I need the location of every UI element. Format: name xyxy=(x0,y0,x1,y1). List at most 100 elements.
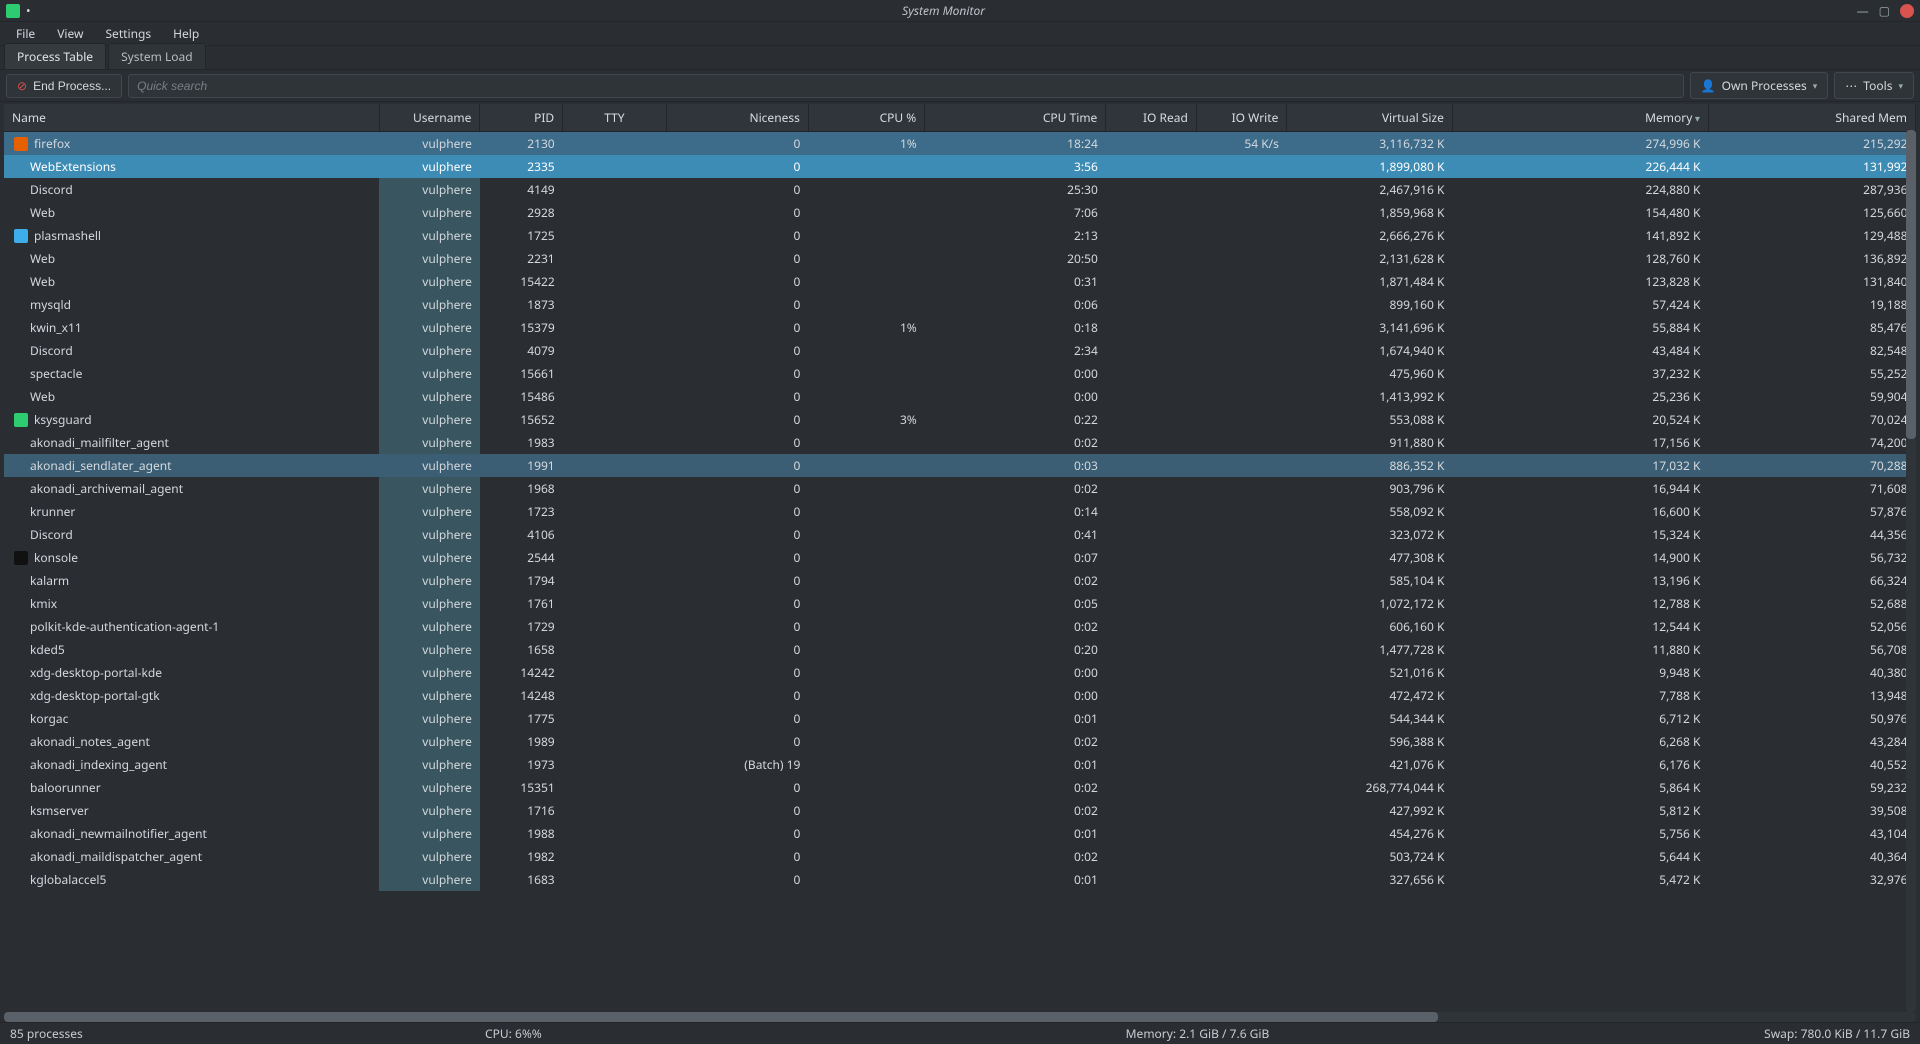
cell-iowrite xyxy=(1196,500,1287,523)
table-row[interactable]: polkit-kde-authentication-agent-1vulpher… xyxy=(4,615,1916,638)
table-row[interactable]: akonadi_sendlater_agentvulphere199100:03… xyxy=(4,454,1916,477)
cell-ioread xyxy=(1106,224,1197,247)
cell-cpu xyxy=(808,178,924,201)
search-input[interactable] xyxy=(128,74,1684,98)
cell-shmem: 59,232 xyxy=(1708,776,1915,799)
scrollbar-thumb[interactable] xyxy=(4,1012,1438,1022)
process-name: akonadi_sendlater_agent xyxy=(30,457,172,474)
table-row[interactable]: konsolevulphere254400:07477,308 K14,900 … xyxy=(4,546,1916,569)
table-row[interactable]: akonadi_notes_agentvulphere198900:02596,… xyxy=(4,730,1916,753)
filter-dropdown[interactable]: 👤 Own Processes ▾ xyxy=(1690,72,1829,99)
column-header-vsize[interactable]: Virtual Size xyxy=(1287,104,1453,132)
table-row[interactable]: Discordvulphere410600:41323,072 K15,324 … xyxy=(4,523,1916,546)
table-row[interactable]: kwin_x11vulphere1537901%0:183,141,696 K5… xyxy=(4,316,1916,339)
cell-pid: 15379 xyxy=(480,316,563,339)
cell-vsize: 3,116,732 K xyxy=(1287,132,1453,156)
cell-memory: 5,812 K xyxy=(1452,799,1708,822)
menu-help[interactable]: Help xyxy=(163,22,209,45)
table-row[interactable]: spectaclevulphere1566100:00475,960 K37,2… xyxy=(4,362,1916,385)
cell-niceness: (Batch) 19 xyxy=(666,753,808,776)
column-header-iowrite[interactable]: IO Write xyxy=(1196,104,1287,132)
table-row[interactable]: xdg-desktop-portal-kdevulphere1424200:00… xyxy=(4,661,1916,684)
menu-settings[interactable]: Settings xyxy=(95,22,161,45)
cell-pid: 1775 xyxy=(480,707,563,730)
vertical-scrollbar[interactable] xyxy=(1906,130,1916,1012)
menu-view[interactable]: View xyxy=(47,22,93,45)
table-row[interactable]: akonadi_maildispatcher_agentvulphere1982… xyxy=(4,845,1916,868)
table-row[interactable]: xdg-desktop-portal-gtkvulphere1424800:00… xyxy=(4,684,1916,707)
cell-vsize: 1,871,484 K xyxy=(1287,270,1453,293)
table-row[interactable]: mysqldvulphere187300:06899,160 K57,424 K… xyxy=(4,293,1916,316)
end-process-button[interactable]: ⊘ End Process... xyxy=(6,74,122,98)
table-row[interactable]: ksmservervulphere171600:02427,992 K5,812… xyxy=(4,799,1916,822)
column-header-shmem[interactable]: Shared Mem xyxy=(1708,104,1915,132)
cell-memory: 141,892 K xyxy=(1452,224,1708,247)
table-row[interactable]: WebExtensionsvulphere233503:561,899,080 … xyxy=(4,155,1916,178)
table-row[interactable]: Webvulphere1542200:311,871,484 K123,828 … xyxy=(4,270,1916,293)
cell-tty xyxy=(563,270,666,293)
column-header-tty[interactable]: TTY xyxy=(563,104,666,132)
menu-file[interactable]: File xyxy=(6,22,45,45)
table-row[interactable]: Webvulphere2231020:502,131,628 K128,760 … xyxy=(4,247,1916,270)
cell-cpu xyxy=(808,477,924,500)
cell-vsize: 553,088 K xyxy=(1287,408,1453,431)
cell-niceness: 0 xyxy=(666,730,808,753)
horizontal-scrollbar[interactable] xyxy=(4,1012,1916,1022)
cell-cputime: 0:00 xyxy=(925,362,1106,385)
cell-name: konsole xyxy=(4,546,379,569)
process-name: mysqld xyxy=(30,296,71,313)
table-row[interactable]: Discordvulphere407902:341,674,940 K43,48… xyxy=(4,339,1916,362)
table-row[interactable]: Webvulphere292807:061,859,968 K154,480 K… xyxy=(4,201,1916,224)
cell-memory: 20,524 K xyxy=(1452,408,1708,431)
table-row[interactable]: Discordvulphere4149025:302,467,916 K224,… xyxy=(4,178,1916,201)
process-table[interactable]: NameUsernamePIDTTYNicenessCPU %CPU TimeI… xyxy=(4,104,1916,891)
column-header-ioread[interactable]: IO Read xyxy=(1106,104,1197,132)
table-row[interactable]: akonadi_archivemail_agentvulphere196800:… xyxy=(4,477,1916,500)
cell-vsize: 2,131,628 K xyxy=(1287,247,1453,270)
column-header-username[interactable]: Username xyxy=(379,104,480,132)
table-row[interactable]: krunnervulphere172300:14558,092 K16,600 … xyxy=(4,500,1916,523)
column-header-niceness[interactable]: Niceness xyxy=(666,104,808,132)
cell-memory: 224,880 K xyxy=(1452,178,1708,201)
table-row[interactable]: firefoxvulphere213001%18:2454 K/s3,116,7… xyxy=(4,132,1916,156)
cell-tty xyxy=(563,385,666,408)
close-button[interactable] xyxy=(1900,4,1914,18)
table-row[interactable]: plasmashellvulphere172502:132,666,276 K1… xyxy=(4,224,1916,247)
process-name: akonadi_maildispatcher_agent xyxy=(30,848,202,865)
column-header-cpu[interactable]: CPU % xyxy=(808,104,924,132)
cell-vsize: 323,072 K xyxy=(1287,523,1453,546)
table-row[interactable]: akonadi_mailfilter_agentvulphere198300:0… xyxy=(4,431,1916,454)
tab-system-load[interactable]: System Load xyxy=(108,43,206,69)
column-header-pid[interactable]: PID xyxy=(480,104,563,132)
table-row[interactable]: korgacvulphere177500:01544,344 K6,712 K5… xyxy=(4,707,1916,730)
cell-vsize: 596,388 K xyxy=(1287,730,1453,753)
cell-iowrite xyxy=(1196,569,1287,592)
cell-username: vulphere xyxy=(379,362,480,385)
cell-cputime: 0:00 xyxy=(925,385,1106,408)
cell-pid: 1761 xyxy=(480,592,563,615)
table-row[interactable]: Webvulphere1548600:001,413,992 K25,236 K… xyxy=(4,385,1916,408)
table-row[interactable]: akonadi_indexing_agentvulphere1973(Batch… xyxy=(4,753,1916,776)
cell-cputime: 0:07 xyxy=(925,546,1106,569)
cell-username: vulphere xyxy=(379,546,480,569)
table-row[interactable]: akonadi_newmailnotifier_agentvulphere198… xyxy=(4,822,1916,845)
process-name: ksysguard xyxy=(34,411,92,428)
tools-dropdown[interactable]: ⋯ Tools ▾ xyxy=(1834,72,1914,99)
tab-process-table[interactable]: Process Table xyxy=(4,43,106,69)
table-row[interactable]: kmixvulphere176100:051,072,172 K12,788 K… xyxy=(4,592,1916,615)
table-row[interactable]: kglobalaccel5vulphere168300:01327,656 K5… xyxy=(4,868,1916,891)
table-row[interactable]: kalarmvulphere179400:02585,104 K13,196 K… xyxy=(4,569,1916,592)
table-row[interactable]: ksysguardvulphere1565203%0:22553,088 K20… xyxy=(4,408,1916,431)
cell-iowrite: 54 K/s xyxy=(1196,132,1287,156)
scrollbar-thumb[interactable] xyxy=(1906,130,1916,439)
table-row[interactable]: kded5vulphere165800:201,477,728 K11,880 … xyxy=(4,638,1916,661)
table-row[interactable]: baloorunnervulphere1535100:02268,774,044… xyxy=(4,776,1916,799)
cell-name: firefox xyxy=(4,132,379,156)
column-header-name[interactable]: Name xyxy=(4,104,379,132)
column-header-cputime[interactable]: CPU Time xyxy=(925,104,1106,132)
column-header-memory[interactable]: Memory xyxy=(1452,104,1708,132)
cell-ioread xyxy=(1106,776,1197,799)
cell-ioread xyxy=(1106,155,1197,178)
maximize-button[interactable]: ▢ xyxy=(1879,2,1890,19)
minimize-button[interactable]: — xyxy=(1857,2,1869,19)
